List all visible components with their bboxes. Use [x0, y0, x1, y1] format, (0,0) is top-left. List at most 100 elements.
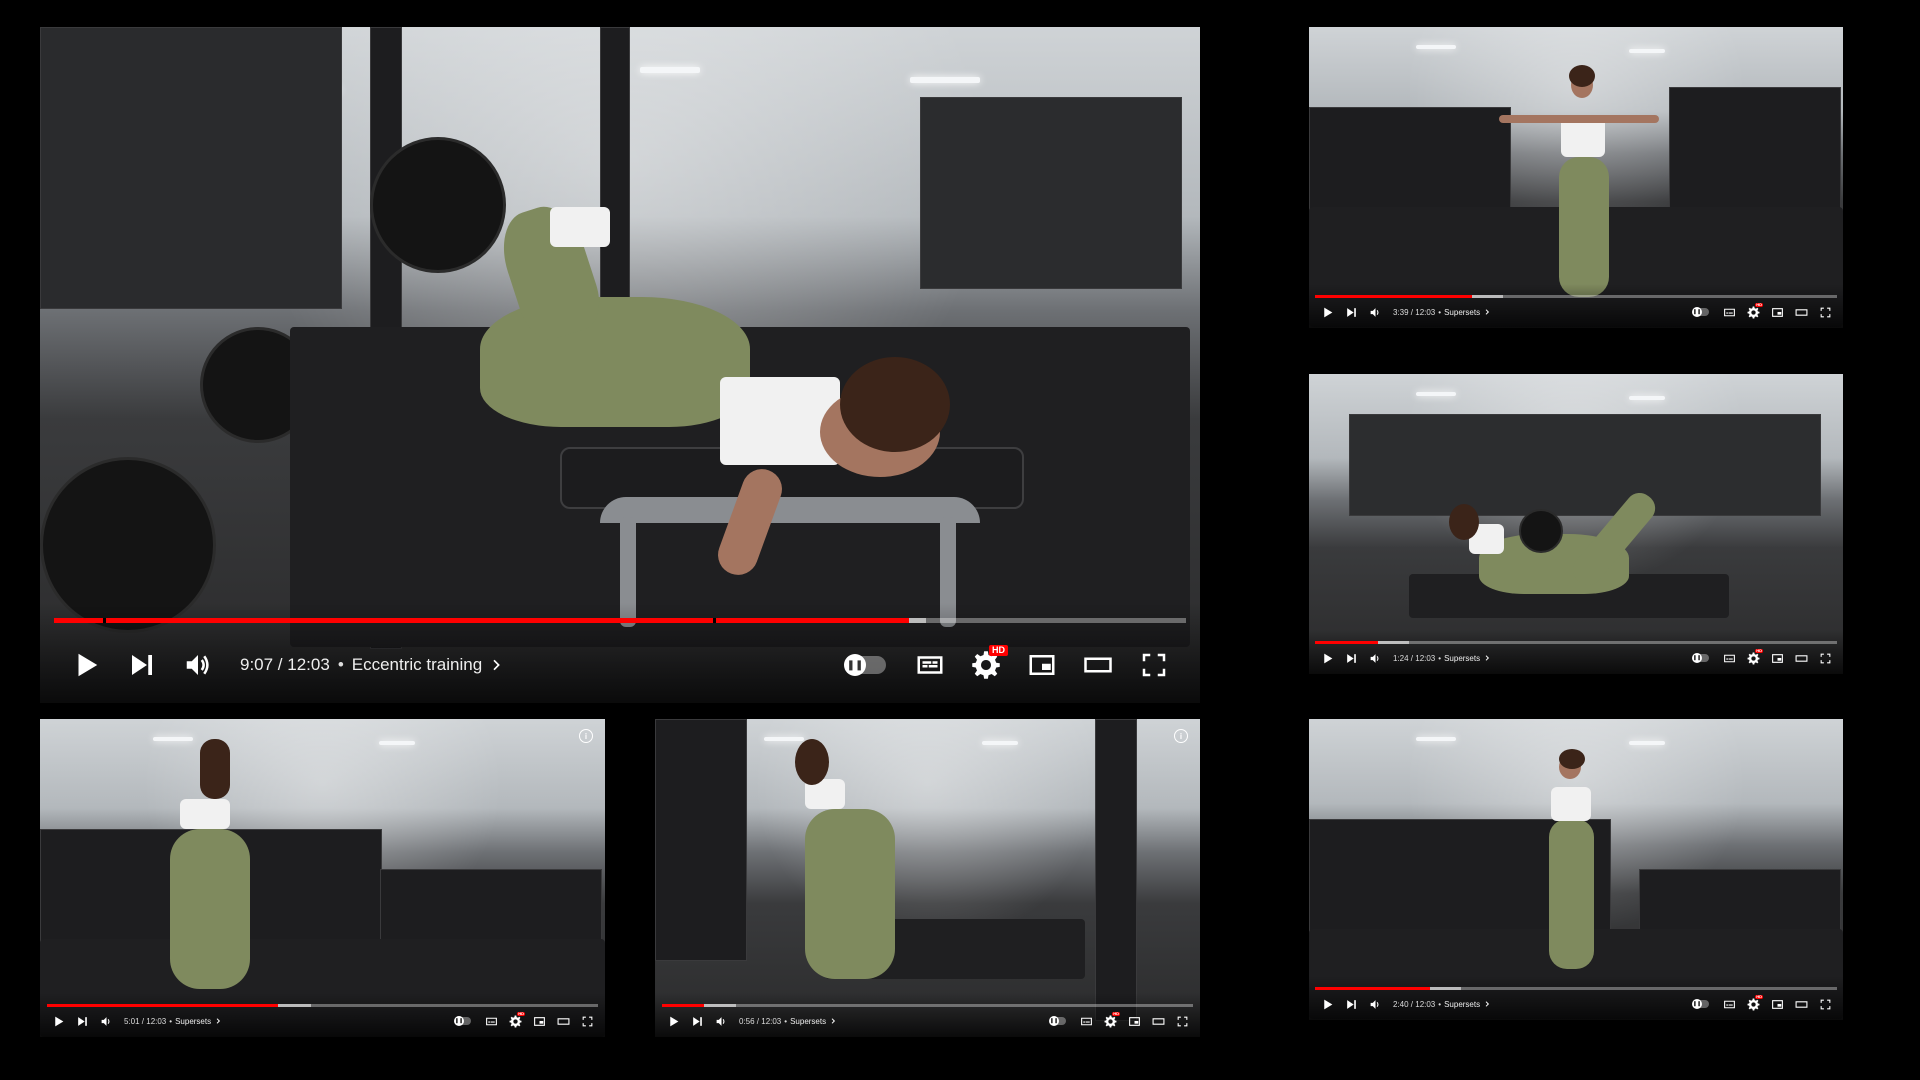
subtitles-icon: [1723, 654, 1735, 662]
fullscreen-button[interactable]: [1126, 637, 1182, 693]
autoplay-toggle[interactable]: ❚❚: [1692, 653, 1709, 663]
player-controls: 3:39 / 12:03 • Supersets ❚❚ HD: [1309, 284, 1843, 328]
info-icon[interactable]: i: [1174, 729, 1188, 743]
time-display: 3:39 / 12:03: [1393, 307, 1436, 317]
fullscreen-button[interactable]: [1813, 646, 1837, 670]
main-video-player[interactable]: 9:07 / 12:03 • Eccentric training ❚❚ HD: [40, 27, 1200, 703]
played-bar: [53, 618, 909, 623]
miniplayer-button[interactable]: [1014, 637, 1070, 693]
video-player-middle-right[interactable]: 1:24 / 12:03 • Supersets ❚❚ HD: [1309, 374, 1843, 674]
play-button[interactable]: [1315, 646, 1339, 670]
theater-mode-button[interactable]: [551, 1009, 575, 1033]
next-button[interactable]: [685, 1009, 709, 1033]
right-controls: ❚❚ HD: [1049, 1009, 1194, 1033]
video-player-bottom-right[interactable]: 2:40 / 12:03 • Supersets ❚❚ HD: [1309, 719, 1843, 1020]
chapter-title: Supersets: [1444, 653, 1481, 663]
video-player-top-right[interactable]: 3:39 / 12:03 • Supersets ❚❚ HD: [1309, 27, 1843, 328]
time-display: 2:40 / 12:03: [1393, 999, 1436, 1009]
progress-bar[interactable]: [661, 1004, 1194, 1007]
video-player-bottom-left[interactable]: i 5:01 / 12:03 • Supersets ❚❚ HD: [40, 719, 605, 1037]
miniplayer-button[interactable]: [1765, 646, 1789, 670]
volume-button[interactable]: [170, 637, 226, 693]
chapter-title-button[interactable]: Supersets: [1444, 654, 1491, 663]
next-button[interactable]: [1339, 646, 1363, 670]
next-button[interactable]: [1339, 992, 1363, 1016]
autoplay-toggle[interactable]: ❚❚: [1692, 307, 1709, 317]
theater-mode-button[interactable]: [1789, 646, 1813, 670]
gear-icon: [509, 1015, 521, 1027]
next-button[interactable]: [1339, 300, 1363, 324]
play-button[interactable]: [1315, 992, 1339, 1016]
next-button[interactable]: [70, 1009, 94, 1033]
video-frame: [40, 719, 605, 1037]
play-button[interactable]: [58, 637, 114, 693]
theater-mode-button[interactable]: [1146, 1009, 1170, 1033]
subtitles-button[interactable]: [1717, 992, 1741, 1016]
fullscreen-icon: [1820, 653, 1830, 663]
theater-mode-button[interactable]: [1789, 992, 1813, 1016]
next-icon: [132, 655, 152, 675]
settings-button[interactable]: HD: [1741, 300, 1765, 324]
control-bar: 2:40 / 12:03 • Supersets ❚❚ HD: [1309, 992, 1843, 1016]
control-bar: 5:01 / 12:03 • Supersets ❚❚ HD: [40, 1009, 605, 1033]
progress-bar[interactable]: [53, 618, 1187, 623]
chapter-title-button[interactable]: Supersets: [1444, 1000, 1491, 1009]
progress-bar[interactable]: [46, 1004, 599, 1007]
hd-badge: HD: [1755, 994, 1763, 999]
played-bar: [46, 1004, 279, 1007]
settings-button[interactable]: HD: [1098, 1009, 1122, 1033]
chapter-separator: •: [1438, 307, 1442, 317]
video-frame: [1309, 719, 1843, 1020]
autoplay-toggle[interactable]: ❚❚: [1692, 999, 1709, 1009]
subtitles-button[interactable]: [1717, 646, 1741, 670]
miniplayer-button[interactable]: [1765, 300, 1789, 324]
play-button[interactable]: [1315, 300, 1339, 324]
volume-icon: [716, 1016, 724, 1026]
volume-button[interactable]: [1363, 992, 1387, 1016]
play-button[interactable]: [661, 1009, 685, 1033]
chapter-title-button[interactable]: Eccentric training: [352, 655, 504, 675]
volume-button[interactable]: [1363, 646, 1387, 670]
miniplayer-button[interactable]: [527, 1009, 551, 1033]
fullscreen-button[interactable]: [575, 1009, 599, 1033]
control-bar: 9:07 / 12:03 • Eccentric training ❚❚ HD: [40, 637, 1200, 693]
subtitles-button[interactable]: [1717, 300, 1741, 324]
fullscreen-icon: [1820, 999, 1830, 1009]
chapter-title-button[interactable]: Supersets: [790, 1017, 837, 1026]
video-frame: [1309, 374, 1843, 674]
info-icon[interactable]: i: [579, 729, 593, 743]
autoplay-toggle[interactable]: ❚❚: [1049, 1016, 1066, 1026]
settings-button[interactable]: HD: [958, 637, 1014, 693]
fullscreen-button[interactable]: [1813, 992, 1837, 1016]
progress-bar[interactable]: [1315, 641, 1837, 644]
theater-mode-button[interactable]: [1070, 637, 1126, 693]
chapter-title-button[interactable]: Supersets: [175, 1017, 222, 1026]
settings-button[interactable]: HD: [503, 1009, 527, 1033]
subtitles-button[interactable]: [1074, 1009, 1098, 1033]
theater-mode-icon: [1084, 657, 1112, 673]
next-button[interactable]: [114, 637, 170, 693]
theater-mode-button[interactable]: [1789, 300, 1813, 324]
progress-bar[interactable]: [1315, 987, 1837, 990]
pause-icon: ❚❚: [454, 1016, 464, 1026]
volume-button[interactable]: [94, 1009, 118, 1033]
subtitles-button[interactable]: [902, 637, 958, 693]
progress-bar[interactable]: [1315, 295, 1837, 298]
play-icon: [1323, 307, 1332, 317]
fullscreen-button[interactable]: [1170, 1009, 1194, 1033]
volume-button[interactable]: [709, 1009, 733, 1033]
play-button[interactable]: [46, 1009, 70, 1033]
autoplay-toggle[interactable]: ❚❚: [844, 654, 886, 676]
video-player-bottom-middle[interactable]: i 0:56 / 12:03 • Supersets ❚❚ HD: [655, 719, 1200, 1037]
settings-button[interactable]: HD: [1741, 646, 1765, 670]
control-bar: 0:56 / 12:03 • Supersets ❚❚ HD: [655, 1009, 1200, 1033]
settings-button[interactable]: HD: [1741, 992, 1765, 1016]
hd-badge: HD: [1112, 1011, 1120, 1016]
miniplayer-button[interactable]: [1765, 992, 1789, 1016]
volume-button[interactable]: [1363, 300, 1387, 324]
fullscreen-button[interactable]: [1813, 300, 1837, 324]
autoplay-toggle[interactable]: ❚❚: [454, 1016, 471, 1026]
subtitles-button[interactable]: [479, 1009, 503, 1033]
chapter-title-button[interactable]: Supersets: [1444, 308, 1491, 317]
miniplayer-button[interactable]: [1122, 1009, 1146, 1033]
